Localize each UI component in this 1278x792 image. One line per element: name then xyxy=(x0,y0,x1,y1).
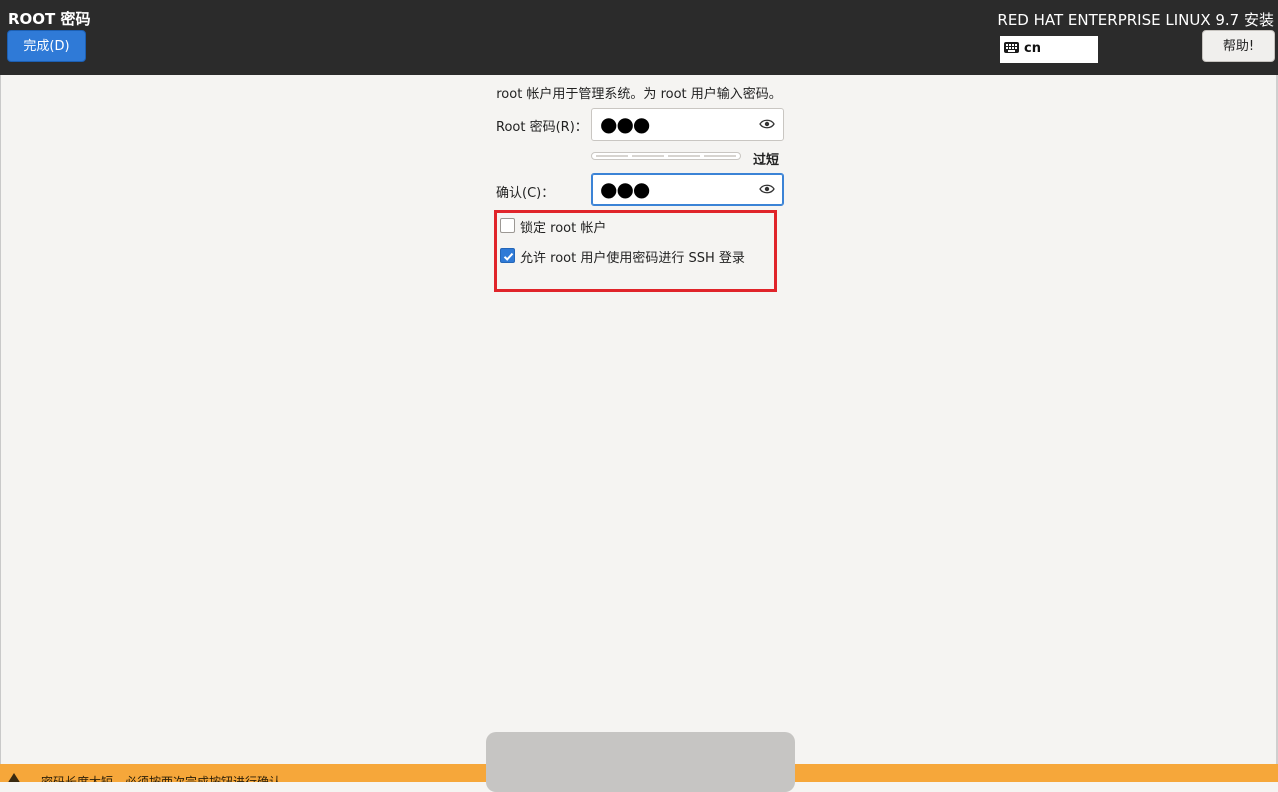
password-strength-label: 过短 xyxy=(753,153,780,168)
description-text: root 帐户用于管理系统。为 root 用户输入密码。 xyxy=(496,87,782,102)
root-password-input[interactable]: ●●● xyxy=(591,108,784,141)
confirm-password-input[interactable]: ●●● xyxy=(591,173,784,206)
confirm-password-label: 确认(C)： xyxy=(496,186,555,201)
overlay-placeholder xyxy=(486,732,795,792)
show-password-icon[interactable] xyxy=(759,118,775,130)
keyboard-icon xyxy=(1004,42,1019,53)
root-password-label: Root 密码(R)： xyxy=(496,120,588,135)
lock-root-label[interactable]: 锁定 root 帐户 xyxy=(520,217,606,236)
allow-ssh-checkbox[interactable] xyxy=(500,248,515,263)
password-strength-bar xyxy=(591,152,741,160)
warning-text: 密码长度太短。必须按两次完成按钮进行确认。 xyxy=(41,775,294,782)
checkmark-icon xyxy=(503,252,514,261)
confirm-password-value: ●●● xyxy=(600,177,650,201)
allow-ssh-label[interactable]: 允许 root 用户使用密码进行 SSH 登录 xyxy=(520,247,745,266)
keyboard-layout-label: cn xyxy=(1024,41,1041,56)
root-password-value: ●●● xyxy=(600,112,650,136)
keyboard-layout-indicator[interactable]: cn xyxy=(1000,36,1098,63)
product-title: RED HAT ENTERPRISE LINUX 9.7 安装 xyxy=(997,11,1274,29)
header-bar: ROOT 密码 完成(D) RED HAT ENTERPRISE LINUX 9… xyxy=(0,0,1278,75)
warning-icon xyxy=(7,773,21,782)
show-confirm-password-icon[interactable] xyxy=(759,183,775,195)
left-border xyxy=(0,75,1,765)
lock-root-checkbox[interactable] xyxy=(500,218,515,233)
page-title: ROOT 密码 xyxy=(8,10,91,28)
done-button[interactable]: 完成(D) xyxy=(7,30,86,62)
help-button[interactable]: 帮助! xyxy=(1202,30,1275,62)
